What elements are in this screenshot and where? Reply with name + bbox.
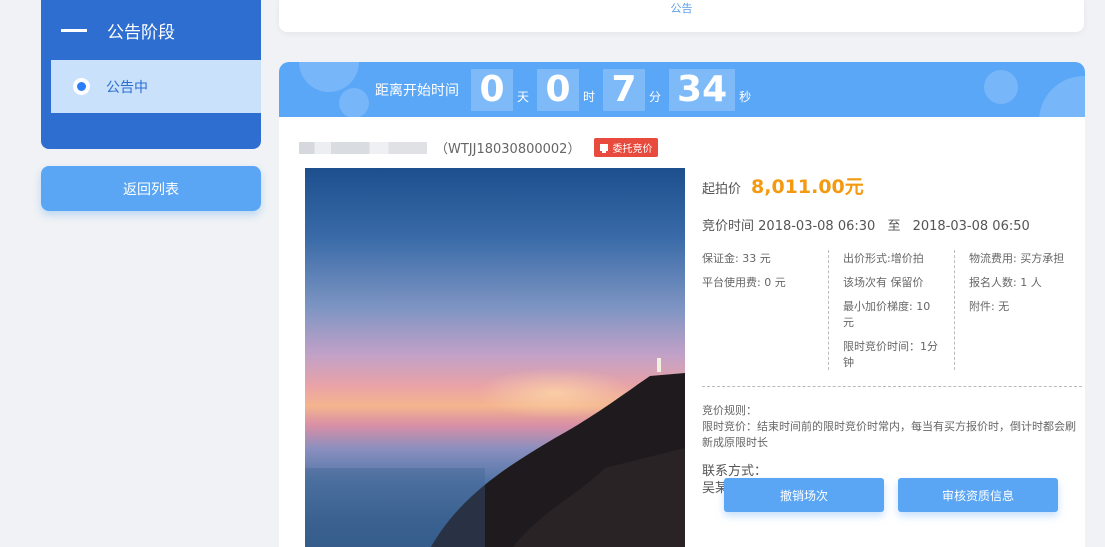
start-price-row: 起拍价 8,011.00元 xyxy=(702,172,1082,199)
decor-bubble xyxy=(984,70,1018,104)
bid-time-start: 2018-03-08 06:30 xyxy=(758,219,876,234)
registrants-info: 报名人数: 1 人 xyxy=(969,276,1042,289)
min-increment-info: 最小加价梯度: 10元 xyxy=(843,300,931,329)
bid-time-row: 竞价时间 2018-03-08 06:30 至 2018-03-08 06:50 xyxy=(702,215,1082,234)
countdown-minutes: 7 xyxy=(603,68,646,111)
lot-attributes: 保证金: 33 元 平台使用费: 0 元 出价形式:增价拍 该场次有 保留价 最… xyxy=(702,250,1082,370)
bidding-rules: 竞价规则： 限时竞价：结束时间前的限时竞价时常内，每当有买方报价时，倒计时都会刷… xyxy=(702,403,1082,451)
lighthouse xyxy=(657,358,661,372)
dashed-divider xyxy=(702,386,1082,387)
photo-cliff xyxy=(305,373,685,547)
countdown-seconds: 34 xyxy=(669,68,736,111)
attributes-column-bidding: 出价形式:增价拍 该场次有 保留价 最小加价梯度: 10元 限时竞价时间：1分钟 xyxy=(828,250,954,370)
review-qualification-button[interactable]: 审核资质信息 xyxy=(898,478,1058,512)
stage-title: 公告阶段 xyxy=(107,22,175,43)
reserve-price-info: 该场次有 保留价 xyxy=(843,276,924,289)
bid-time-separator: 至 xyxy=(887,219,901,234)
bid-time-end: 2018-03-08 06:50 xyxy=(912,219,1030,234)
time-limit-info: 限时竞价时间：1分钟 xyxy=(843,340,938,369)
stage-header[interactable]: 公告阶段 xyxy=(41,0,261,60)
attributes-column-logistics: 物流费用: 买方承担 报名人数: 1 人 附件: 无 xyxy=(954,250,1078,370)
auction-type-label: 委托竞价 xyxy=(612,144,653,155)
bid-time-label: 竞价时间 xyxy=(702,219,755,234)
announcement-link[interactable]: 公告 xyxy=(279,0,1084,16)
deposit-info: 保证金: 33 元 xyxy=(702,252,771,265)
rules-text: 限时竞价：结束时间前的限时竞价时常内，每当有买方报价时，倒计时都会刷新成原限时长 xyxy=(702,420,1076,449)
auction-type-badge: 委托竞价 xyxy=(594,138,659,157)
start-price-label: 起拍价 xyxy=(702,182,742,197)
auction-tag-icon xyxy=(600,144,609,153)
lot-photo[interactable] xyxy=(305,168,685,547)
redacted-lot-name xyxy=(299,141,427,154)
countdown-banner: 距离开始时间 0 天 0 时 7 分 34 秒 xyxy=(279,62,1085,117)
cancel-session-button[interactable]: 撤销场次 xyxy=(724,478,884,512)
countdown-minutes-unit: 分 xyxy=(649,90,662,104)
auction-detail-card: 距离开始时间 0 天 0 时 7 分 34 秒 （WTJJ18030800002… xyxy=(279,62,1085,547)
platform-fee-info: 平台使用费: 0 元 xyxy=(702,276,786,289)
countdown-days: 0 xyxy=(471,68,513,111)
decor-bubble xyxy=(339,88,369,117)
sidebar-item-announcing[interactable]: 公告中 xyxy=(51,60,261,113)
stage-panel: 公告阶段 公告中 xyxy=(41,0,261,149)
announcement-card: 公告 xyxy=(279,0,1084,32)
start-price-value: 8,011.00元 xyxy=(751,176,864,198)
countdown-seconds-unit: 秒 xyxy=(739,90,752,104)
decor-bubble xyxy=(1039,76,1085,117)
action-buttons: 撤销场次 审核资质信息 xyxy=(724,478,1058,512)
lot-code: （WTJJ18030800002） xyxy=(435,142,581,157)
countdown: 距离开始时间 0 天 0 时 7 分 34 秒 xyxy=(375,62,759,117)
lot-title-line: （WTJJ18030800002） 委托竞价 xyxy=(299,138,659,157)
radio-selected-icon xyxy=(73,78,90,95)
rules-title: 竞价规则： xyxy=(702,404,757,417)
countdown-hours: 0 xyxy=(537,68,580,111)
countdown-days-unit: 天 xyxy=(517,90,530,104)
attributes-column-fees: 保证金: 33 元 平台使用费: 0 元 xyxy=(702,250,828,370)
sidebar-item-label: 公告中 xyxy=(106,79,148,96)
back-to-list-button[interactable]: 返回列表 xyxy=(41,166,261,211)
countdown-label: 距离开始时间 xyxy=(375,82,459,99)
countdown-hours-unit: 时 xyxy=(583,90,596,104)
collapse-dash-icon xyxy=(61,28,87,32)
bid-format-info: 出价形式:增价拍 xyxy=(843,252,924,265)
attachment-info: 附件: 无 xyxy=(969,300,1010,313)
lot-details: 起拍价 8,011.00元 竞价时间 2018-03-08 06:30 至 20… xyxy=(702,172,1082,497)
logistics-info: 物流费用: 买方承担 xyxy=(969,252,1065,265)
